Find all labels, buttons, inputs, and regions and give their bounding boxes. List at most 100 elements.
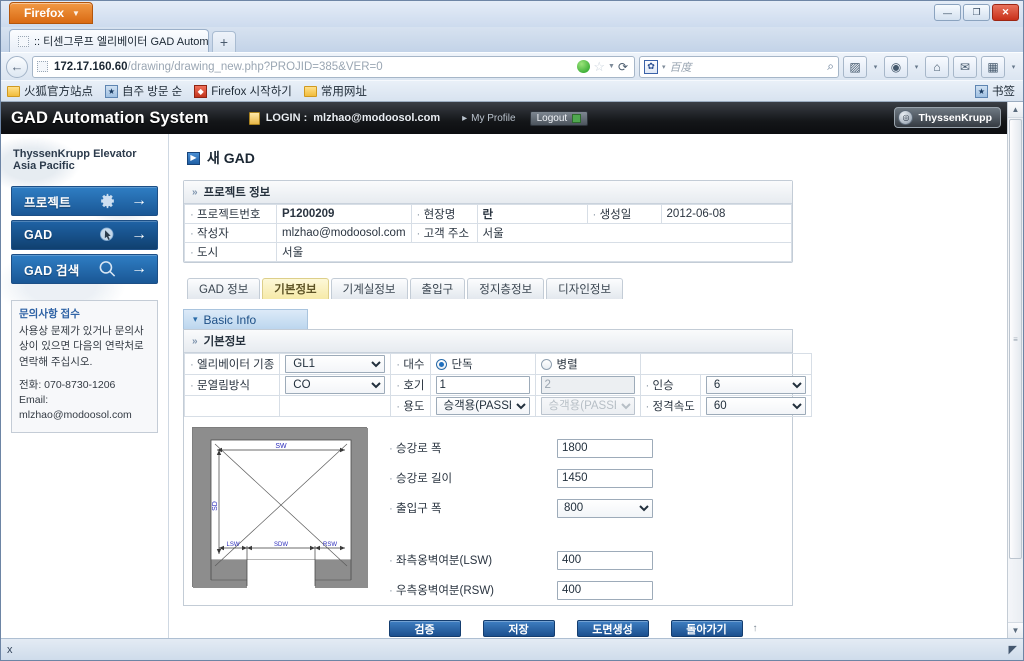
- mail-icon[interactable]: ✉: [953, 55, 977, 78]
- brand-badge-label: ThyssenKrupp: [918, 111, 992, 124]
- bookmark-item[interactable]: 火狐官方站点: [7, 83, 93, 99]
- bookmarks-overflow[interactable]: ★ 书签: [975, 83, 1017, 99]
- sidebar-item-gad-search[interactable]: GAD 검색 →: [11, 254, 158, 284]
- save-button[interactable]: 저장: [482, 620, 555, 637]
- reload-icon[interactable]: ⟳: [618, 60, 628, 74]
- field-usage-1: 승객용(PASSE: [429, 395, 536, 417]
- label-door-type: 문열림방식: [183, 374, 281, 396]
- find-bar-close-icon[interactable]: x: [7, 644, 13, 656]
- arrow-right-icon: →: [131, 260, 147, 277]
- table-row: 도시 서울: [184, 242, 792, 262]
- sidebar-item-gad[interactable]: GAD →: [11, 220, 158, 250]
- thyssenkrupp-logo-icon: ◎: [898, 110, 914, 125]
- door-type-select[interactable]: CO: [285, 376, 386, 394]
- search-input[interactable]: 百度: [670, 59, 692, 75]
- chevron-down-icon[interactable]: ▾: [871, 56, 880, 78]
- login-email: mlzhao@modoosol.com: [313, 112, 441, 124]
- usage-2-select[interactable]: 승객용(PASSE: [540, 397, 635, 415]
- contact-info-phone: 전화: 070-8730-1206: [19, 378, 116, 391]
- drawing-and-dimensions: SW SD LSW SDW RSW · 승강로 폭 1800 · 승강로 길이 …: [184, 417, 792, 605]
- entrance-width-select[interactable]: 800: [557, 498, 653, 518]
- baidu-icon[interactable]: ✿: [644, 59, 658, 74]
- lsw-input[interactable]: [557, 550, 653, 570]
- tab-design-info[interactable]: 디자인정보: [546, 278, 624, 299]
- folder-icon: [303, 85, 317, 97]
- new-tab-button[interactable]: +: [212, 31, 236, 52]
- back-nav-icon[interactable]: ←: [6, 55, 28, 78]
- rsw-input[interactable]: [557, 580, 653, 600]
- speed-select[interactable]: 60: [705, 397, 806, 415]
- go-icon[interactable]: [577, 60, 591, 73]
- table-row: 엘리베이터 기종 GL1 대수: [183, 353, 812, 375]
- radio-duplex[interactable]: [540, 358, 552, 370]
- tab-machine-room-info[interactable]: 기계실정보: [330, 278, 408, 299]
- page-scrollbar[interactable]: ▲ ≡ ▼: [1007, 102, 1023, 638]
- label-elevator-model: 엘리베이터 기종: [183, 353, 281, 375]
- radio-single[interactable]: [435, 358, 447, 370]
- label-hoistway-width: 승강로 폭: [389, 440, 557, 456]
- maximize-button[interactable]: ❐: [963, 4, 990, 21]
- scrollbar-thumb[interactable]: ≡: [1009, 119, 1022, 559]
- dimension-row: 좌측옹벽여분(LSW): [389, 545, 653, 575]
- brand-badge: ◎ ThyssenKrupp: [894, 107, 1001, 128]
- label-entrance-width: 출입구 폭: [389, 500, 557, 516]
- label-speed: 정격속도: [639, 395, 701, 417]
- tab-stop-floor-info[interactable]: 정지층정보: [467, 278, 545, 299]
- label-usage: 용도: [390, 395, 431, 417]
- basic-info-header: » 기본정보: [184, 330, 792, 353]
- basic-info-collapse-tab[interactable]: ▾ Basic Info: [183, 309, 308, 329]
- scroll-down-icon[interactable]: ▼: [1008, 622, 1023, 638]
- section-tabs: GAD 정보 기본정보 기계실정보 출입구 정지층정보 디자인정보: [187, 277, 993, 299]
- scroll-up-icon[interactable]: ▲: [1008, 102, 1023, 118]
- cell-value: P1200209: [276, 204, 412, 224]
- browser-tabstrip: :: 티센그루프 엘리베이터 GAD Automa... +: [1, 27, 1023, 52]
- firefox-menu-button[interactable]: Firefox ▼: [9, 2, 93, 24]
- field-car-no-1: [429, 374, 536, 396]
- address-bar[interactable]: 172.17.160.60/drawing/drawing_new.php?PR…: [32, 55, 635, 78]
- browser-tab[interactable]: :: 티센그루프 엘리베이터 GAD Automa...: [9, 29, 209, 52]
- addon-icon[interactable]: ◉: [884, 55, 908, 78]
- minimize-button[interactable]: —: [934, 4, 961, 21]
- field-speed: 60: [699, 395, 812, 417]
- action-buttons: 검증 저장 도면생성 돌아가기 ↑: [183, 620, 993, 637]
- bookmark-star-icon[interactable]: ☆: [593, 59, 605, 75]
- chevron-down-icon[interactable]: ▾: [1009, 56, 1018, 78]
- elevator-model-select[interactable]: GL1: [285, 355, 386, 373]
- chevron-down-icon[interactable]: ▾: [662, 63, 666, 71]
- chevron-down-icon[interactable]: ▾: [912, 56, 921, 78]
- apps-grid-icon[interactable]: ▦: [981, 55, 1005, 78]
- search-icon[interactable]: ⌕: [827, 59, 834, 74]
- usage-1-select[interactable]: 승객용(PASSE: [435, 397, 530, 415]
- address-bar-icons: ☆ ▼ ⟳: [577, 59, 630, 75]
- arrow-right-icon: ▶: [187, 151, 200, 165]
- tab-basic-info[interactable]: 기본정보: [262, 278, 329, 299]
- search-bar[interactable]: ✿ ▾ 百度 ⌕: [639, 55, 839, 78]
- tab-entrance[interactable]: 출입구: [409, 278, 466, 299]
- hoistway-depth-input[interactable]: [557, 468, 653, 488]
- screenshot-tool-icon[interactable]: ▨: [843, 55, 867, 78]
- web-page: GAD Automation System LOGIN : mlzhao@mod…: [1, 102, 1007, 638]
- chevron-down-icon[interactable]: ▼: [608, 63, 615, 70]
- bookmark-label: 常用网址: [320, 86, 367, 98]
- hoistway-width-input[interactable]: [557, 438, 653, 458]
- validate-button[interactable]: 검증: [388, 620, 461, 637]
- tab-gad-info[interactable]: GAD 정보: [187, 278, 261, 299]
- sidebar-title-text: ThyssenKrupp Elevator Asia Pacific: [13, 148, 137, 172]
- my-profile-link[interactable]: ▸ My Profile: [462, 113, 515, 124]
- home-icon[interactable]: ⌂: [925, 55, 949, 78]
- gear-icon: [98, 192, 117, 211]
- bookmark-item[interactable]: ★ 自주 방문 순: [105, 83, 182, 99]
- back-button[interactable]: 돌아가기: [670, 620, 743, 637]
- logout-button[interactable]: Logout: [529, 110, 589, 126]
- close-button[interactable]: ✕: [992, 4, 1019, 21]
- site-identity-icon: [37, 61, 48, 72]
- resize-grip-icon[interactable]: ◤: [1009, 643, 1017, 656]
- car-no-1-input[interactable]: [435, 376, 530, 394]
- label-lsw: 좌측옹벽여분(LSW): [389, 552, 557, 568]
- bookmark-item[interactable]: 常用网址: [303, 83, 367, 99]
- car-no-2-input[interactable]: [540, 376, 635, 394]
- persons-select[interactable]: 6: [705, 376, 806, 394]
- generate-drawing-button[interactable]: 도면생성: [576, 620, 649, 637]
- bookmark-item[interactable]: ◆ Firefox 시작하기: [194, 83, 292, 99]
- sidebar-item-project[interactable]: 프로젝트 →: [11, 186, 158, 216]
